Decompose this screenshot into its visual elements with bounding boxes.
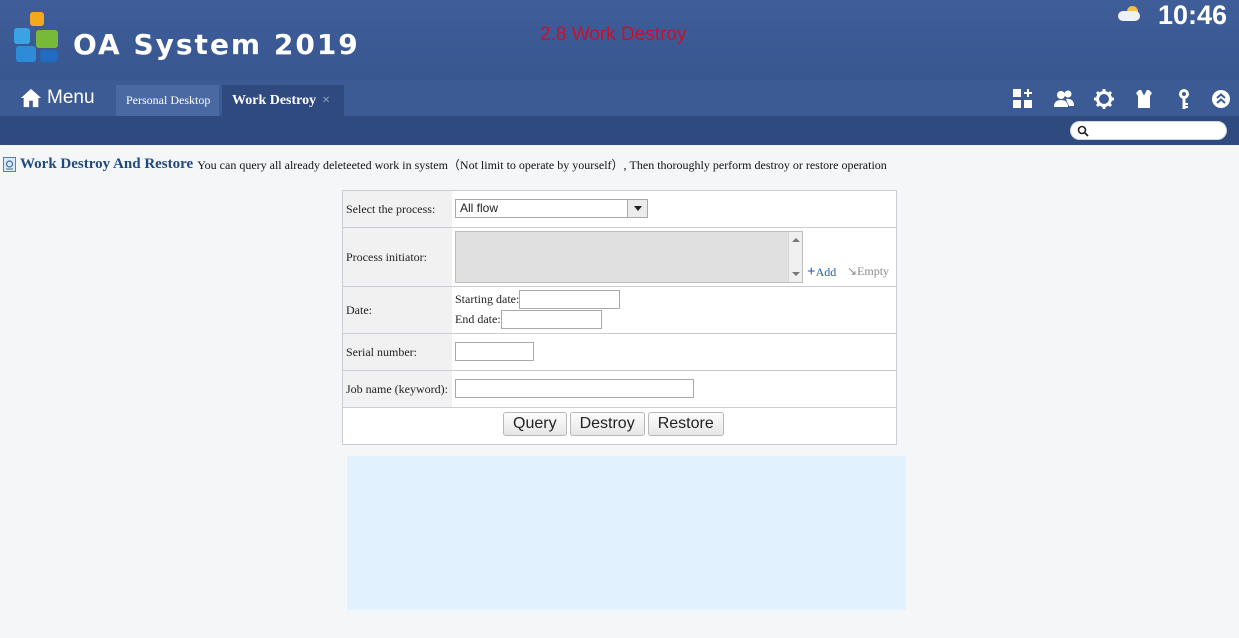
serial-label: Serial number: — [343, 334, 452, 370]
menu-label: Menu — [47, 87, 95, 108]
users-icon[interactable] — [1053, 88, 1075, 110]
gear-icon[interactable] — [1093, 88, 1115, 110]
search-box[interactable] — [1070, 121, 1227, 140]
close-icon[interactable]: × — [322, 93, 330, 108]
result-area — [347, 456, 906, 610]
empty-label: Empty — [857, 264, 890, 278]
job-name-input[interactable] — [455, 379, 694, 398]
app-title: OA System 2019 — [73, 28, 360, 61]
section-description: You can query all already deleteeted wor… — [197, 157, 887, 172]
sub-bar — [0, 116, 1239, 145]
chevron-down-icon[interactable] — [627, 200, 647, 217]
serial-number-input[interactable] — [455, 342, 534, 361]
row-date: Date: Starting date: End date: — [343, 287, 896, 334]
page-heading: 2.8 Work Destroy — [540, 24, 687, 45]
nav-bar: Menu Personal Desktop Work Destroy × — [0, 80, 1239, 116]
initiator-label: Process initiator: — [343, 228, 452, 286]
shirt-icon[interactable] — [1133, 88, 1155, 110]
header-top: OA System 2019 2.8 Work Destroy 10:46 — [0, 0, 1239, 80]
broom-icon: ↘ — [847, 264, 858, 278]
end-date-input[interactable] — [500, 310, 602, 329]
search-input[interactable] — [1093, 123, 1221, 138]
jobname-label: Job name (keyword): — [343, 371, 452, 407]
section-title-row: Work Destroy And Restore You can query a… — [3, 154, 887, 174]
key-icon[interactable] — [1173, 88, 1195, 110]
empty-initiator-button[interactable]: ↘Empty — [847, 264, 889, 279]
search-icon — [1077, 125, 1089, 137]
add-label: Add — [815, 265, 837, 279]
document-icon — [3, 156, 16, 172]
restore-button[interactable]: Restore — [647, 412, 724, 436]
row-initiator: Process initiator: +Add ↘Empty — [343, 228, 896, 287]
row-actions: Query Destroy Restore — [343, 408, 896, 444]
row-process: Select the process: All flow — [343, 191, 896, 228]
clock: 10:46 — [1158, 0, 1228, 30]
chevron-up-icon[interactable] — [1210, 88, 1232, 110]
end-date-label: End date: — [455, 312, 501, 326]
textarea-scrollbar[interactable] — [788, 232, 802, 282]
apps-add-icon[interactable] — [1012, 88, 1034, 110]
initiator-textarea[interactable] — [455, 231, 803, 283]
home-icon — [20, 88, 42, 108]
start-date-label: Starting date: — [455, 292, 520, 306]
process-label: Select the process: — [343, 191, 452, 227]
row-serial: Serial number: — [343, 334, 896, 371]
row-jobname: Job name (keyword): — [343, 371, 896, 408]
tab-label: Work Destroy — [232, 93, 317, 108]
start-date-line: Starting date: — [455, 290, 621, 309]
end-date-line: End date: — [455, 310, 602, 329]
app-header: OA System 2019 2.8 Work Destroy 10:46 Me… — [0, 0, 1239, 145]
tab-work-destroy[interactable]: Work Destroy × — [222, 85, 344, 116]
query-form: Select the process: All flow Process ini… — [342, 190, 897, 445]
add-initiator-button[interactable]: +Add — [807, 264, 836, 281]
process-select-value: All flow — [460, 201, 499, 215]
section-title: Work Destroy And Restore — [20, 155, 194, 172]
plus-icon: + — [807, 264, 816, 280]
destroy-button[interactable]: Destroy — [569, 412, 645, 436]
date-label: Date: — [343, 287, 452, 333]
start-date-input[interactable] — [519, 290, 621, 309]
partly-cloudy-icon[interactable] — [1118, 6, 1142, 22]
tab-personal-desktop[interactable]: Personal Desktop — [116, 85, 219, 116]
process-select[interactable]: All flow — [455, 199, 648, 218]
menu-button[interactable]: Menu — [20, 83, 95, 113]
query-button[interactable]: Query — [503, 412, 567, 436]
app-logo — [14, 12, 62, 62]
action-buttons: Query Destroy Restore — [503, 412, 727, 436]
